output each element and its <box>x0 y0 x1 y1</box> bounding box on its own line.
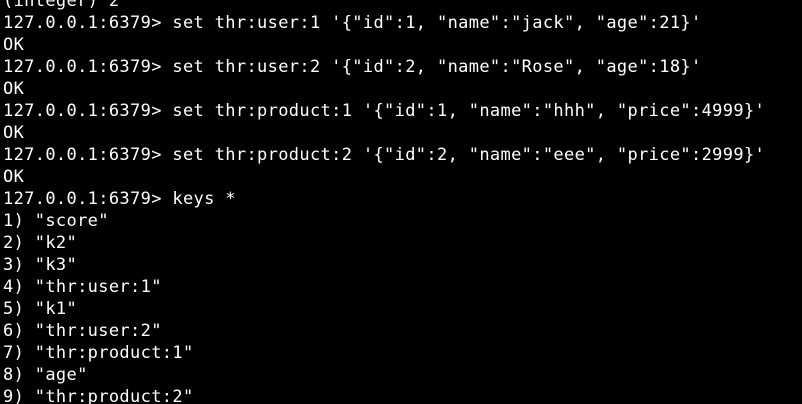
keys-result-item: 6) "thr:user:2" <box>3 321 162 341</box>
keys-result-item: 9) "thr:product:2" <box>3 387 194 404</box>
output-line-ok: OK <box>3 35 25 55</box>
output-line-ok: OK <box>3 123 25 143</box>
command-line-set-product-1: 127.0.0.1:6379> set thr:product:1 '{"id"… <box>3 101 766 121</box>
keys-result-item: 3) "k3" <box>3 255 78 275</box>
keys-result-item: 5) "k1" <box>3 299 78 319</box>
keys-result-item: 2) "k2" <box>3 233 78 253</box>
command-line-keys: 127.0.0.1:6379> keys * <box>3 189 236 209</box>
keys-result-item: 4) "thr:user:1" <box>3 277 162 297</box>
output-line-integer-result: (integer) 2 <box>3 0 120 11</box>
terminal-window[interactable]: (integer) 2 127.0.0.1:6379> set thr:user… <box>0 0 802 404</box>
keys-result-item: 8) "age" <box>3 365 88 385</box>
command-line-set-user-2: 127.0.0.1:6379> set thr:user:2 '{"id":2,… <box>3 57 702 77</box>
keys-result-item: 7) "thr:product:1" <box>3 343 194 363</box>
output-line-ok: OK <box>3 167 25 187</box>
command-line-set-user-1: 127.0.0.1:6379> set thr:user:1 '{"id":1,… <box>3 13 702 33</box>
keys-result-item: 1) "score" <box>3 211 109 231</box>
terminal-output: (integer) 2 127.0.0.1:6379> set thr:user… <box>3 0 765 404</box>
output-line-ok: OK <box>3 79 25 99</box>
command-line-set-product-2: 127.0.0.1:6379> set thr:product:2 '{"id"… <box>3 145 766 165</box>
